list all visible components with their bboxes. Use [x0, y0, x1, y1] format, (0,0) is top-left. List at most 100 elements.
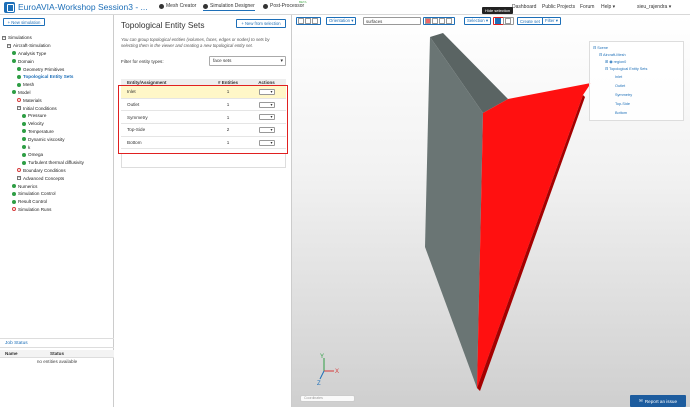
check-status-icon — [17, 82, 21, 87]
tree-item[interactable]: Temperature — [2, 128, 112, 136]
tree-item[interactable]: Simulation Control — [2, 190, 112, 198]
error-status-icon — [17, 98, 21, 103]
entity-name: Bottom — [127, 140, 142, 146]
tree-item-label: Dynamic viscosity — [28, 136, 65, 142]
actions-dropdown[interactable]: ▾ — [258, 126, 275, 133]
scene-tes-group[interactable]: ⊟ Topological Entity Sets — [605, 66, 647, 71]
tree-item-label: Materials — [23, 97, 42, 103]
report-issue-button[interactable]: ✉ Report an issue — [630, 395, 686, 407]
job-status-panel: Job Status Name Status no entities avail… — [0, 338, 114, 366]
axis-y-label: Y — [320, 354, 324, 360]
tree-item[interactable]: − Aircraft-Simulation — [2, 42, 112, 50]
tree-item-label: Simulation Control — [18, 191, 56, 197]
tree-item[interactable]: Numerics — [2, 182, 112, 190]
tree-item-label: k — [28, 144, 31, 150]
tree-item[interactable]: Simulation Runs — [2, 206, 112, 214]
check-status-icon — [22, 113, 26, 118]
header-actions: Actions — [258, 79, 275, 85]
check-status-icon — [12, 191, 16, 196]
tree-item[interactable]: Boundary Conditions — [2, 167, 112, 175]
check-status-icon — [22, 145, 26, 150]
scene-item-bottom[interactable]: Bottom — [615, 111, 627, 115]
scene-root[interactable]: ⊟ Scene — [593, 45, 608, 50]
entity-type-filter-select[interactable]: face sets — [209, 56, 286, 66]
entity-count: 1 — [226, 140, 230, 146]
tree-item[interactable]: Pressure — [2, 112, 112, 120]
page-title: Topological Entity Sets — [121, 20, 205, 30]
actions-dropdown[interactable]: ▾ — [258, 114, 275, 121]
scene-item-top-side[interactable]: Top-Side — [615, 102, 630, 106]
tree-item[interactable]: Result Control — [2, 198, 112, 206]
tree-item[interactable]: k — [2, 143, 112, 151]
check-status-icon — [22, 137, 26, 142]
axis-x-label: X — [335, 369, 339, 375]
tree-item[interactable]: − Initial Conditions — [2, 104, 112, 112]
table-row[interactable]: Symmetry 1 ▾ — [121, 111, 286, 125]
tree-item[interactable]: Omega — [2, 151, 112, 159]
project-title[interactable]: EuroAVIA-Workshop Session3 - ... — [18, 2, 148, 12]
scene-mesh[interactable]: ⊟ Aircraft-Mesh — [599, 52, 626, 57]
new-simulation-button[interactable]: + New simulation — [3, 18, 45, 26]
tree-item-label: Numerics — [18, 183, 38, 189]
collapse-icon: − — [17, 106, 21, 111]
tree-item[interactable]: Turbulent thermal diffusivity — [2, 159, 112, 167]
simulation-tree: − Simulations − Aircraft-Simulation Analysis… — [2, 34, 112, 213]
table-row[interactable]: Outlet 1 ▾ — [121, 99, 286, 112]
nav-help[interactable]: Help ▾ — [601, 4, 615, 10]
actions-cell: ▾ — [247, 114, 286, 121]
tree-item[interactable]: − Advanced Concepts — [2, 174, 112, 182]
tree-item[interactable]: Topological Entity Sets — [2, 73, 112, 81]
tree-item-label: Velocity — [28, 121, 44, 127]
tree-item[interactable]: Model — [2, 89, 112, 97]
scene-region[interactable]: ⊞ ◉ region0 — [605, 59, 626, 64]
new-from-selection-button[interactable]: + New from selection — [236, 19, 286, 28]
nav-dashboard[interactable]: Dashboard — [512, 4, 536, 10]
job-status-header: Name Status — [0, 350, 114, 358]
table-row[interactable]: Top-Side 2 ▾ — [121, 124, 286, 137]
tree-item[interactable]: Domain — [2, 57, 112, 65]
entity-sets-table: Entity/Assignment # Entities Actions Inl… — [121, 79, 286, 150]
entity-count: 1 — [226, 89, 230, 95]
tree-item[interactable]: Mesh — [2, 81, 112, 89]
post-processor-icon — [263, 3, 268, 9]
actions-cell: ▾ — [247, 88, 286, 95]
actions-dropdown[interactable]: ▾ — [258, 139, 275, 146]
tree-item[interactable]: − Simulations — [2, 34, 112, 42]
tree-item[interactable]: Materials — [2, 96, 112, 104]
beta-badge: BETA — [299, 0, 307, 4]
tree-item-label: Turbulent thermal diffusivity — [28, 160, 84, 166]
entity-name: Symmetry — [127, 114, 148, 120]
scene-item-symmetry[interactable]: Symmetry — [615, 93, 632, 97]
user-menu[interactable]: sieu_rajendra ▾ — [637, 4, 671, 10]
actions-cell: ▾ — [247, 101, 286, 108]
check-status-icon — [12, 51, 16, 56]
tree-item[interactable]: Velocity — [2, 120, 112, 128]
actions-dropdown[interactable]: ▾ — [258, 101, 275, 108]
tree-item-label: Pressure — [28, 113, 47, 119]
error-status-icon — [12, 207, 16, 212]
header-entity: Entity/Assignment — [127, 79, 167, 85]
simscale-logo-icon[interactable] — [4, 2, 15, 13]
nav-public-projects[interactable]: Public Projects — [542, 4, 575, 10]
tab-simulation-designer[interactable]: Simulation Designer — [203, 3, 255, 11]
check-status-icon — [22, 152, 26, 157]
tab-mesh-creator[interactable]: Mesh Creator — [159, 3, 196, 9]
tree-item[interactable]: Analysis Type — [2, 50, 112, 58]
coordinates-input[interactable]: Coordinates — [300, 395, 355, 402]
error-status-icon — [17, 168, 21, 173]
tree-item[interactable]: Dynamic viscosity — [2, 135, 112, 143]
nav-forum[interactable]: Forum — [580, 4, 594, 10]
3d-viewer[interactable]: Orientation ▾ surfaces Selection ▾ Creat… — [292, 15, 690, 407]
axis-z-label: Z — [317, 381, 321, 387]
tree-item-label: Aircraft-Simulation — [13, 43, 51, 49]
actions-dropdown[interactable]: ▾ — [258, 88, 275, 95]
tab-post-processor[interactable]: Post-Processor — [263, 3, 304, 9]
entity-count: 2 — [226, 127, 230, 133]
scene-item-inlet[interactable]: Inlet — [615, 75, 622, 79]
check-status-icon — [22, 121, 26, 126]
table-row[interactable]: Bottom 1 ▾ — [121, 137, 286, 150]
table-row[interactable]: Inlet 1 ▾ — [121, 86, 286, 99]
scene-item-outlet[interactable]: Outlet — [615, 84, 625, 88]
table-empty-area — [121, 154, 286, 168]
tree-item[interactable]: Geometry Primitives — [2, 65, 112, 73]
